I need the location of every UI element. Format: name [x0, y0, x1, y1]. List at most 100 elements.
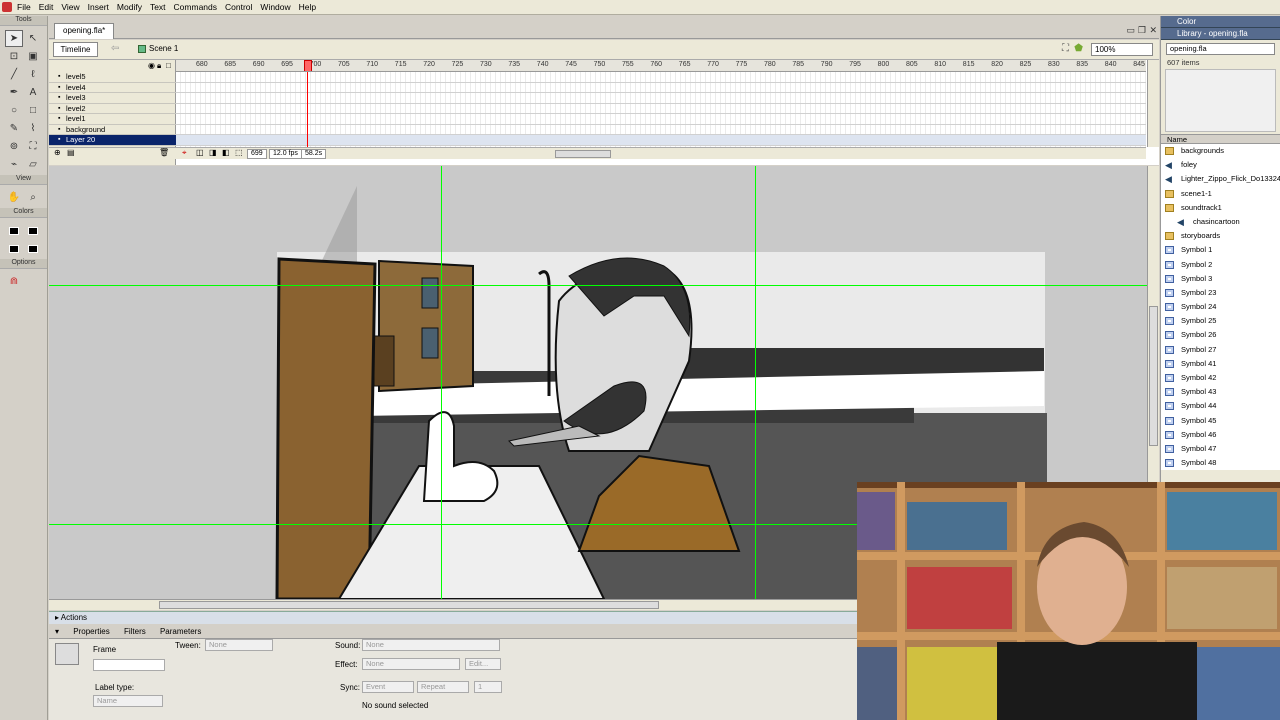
edit-symbol-icon[interactable]: ⬟	[1074, 43, 1083, 54]
edit-multiple-icon[interactable]: ◧	[222, 148, 230, 157]
snap-magnet-icon[interactable]: ⋒	[5, 273, 23, 290]
eyedropper-icon[interactable]: ⌁	[5, 156, 23, 173]
close-icon[interactable]: ✕	[1149, 25, 1157, 36]
library-item[interactable]: Symbol 47	[1161, 441, 1280, 457]
pencil-tool-icon[interactable]: ✎	[5, 120, 23, 137]
rectangle-tool-icon[interactable]: □	[24, 102, 42, 119]
library-item[interactable]: Symbol 23	[1161, 285, 1280, 301]
library-item[interactable]: Symbol 24	[1161, 300, 1280, 315]
library-item[interactable]: ◀ Lighter_Zippo_Flick_Do13324	[1161, 172, 1280, 187]
onion-markers-icon[interactable]: ⬚	[235, 148, 243, 157]
add-folder-icon[interactable]: ▤	[67, 148, 75, 157]
outline-icon[interactable]: □	[166, 61, 171, 70]
library-file-select[interactable]: opening.fla	[1166, 43, 1275, 55]
layer-row[interactable]: ▪ level1	[49, 114, 176, 125]
delete-layer-icon[interactable]: 🗑︎	[159, 148, 169, 157]
onion-skin-icon[interactable]: ◫	[196, 148, 204, 157]
frame-ruler[interactable]: 680 685 690 695 700 705 710 715 720 725 730 735 740 7…	[176, 60, 1146, 72]
expand-arrow-icon[interactable]: ▾	[55, 627, 59, 636]
library-item[interactable]: scene1-1	[1161, 186, 1280, 201]
scene-breadcrumb[interactable]: Scene 1	[138, 44, 178, 53]
frame-label-input[interactable]	[93, 659, 165, 671]
edit-button[interactable]: Edit...	[465, 658, 501, 670]
stroke-color-icon[interactable]	[5, 222, 23, 239]
color-panel-header[interactable]: Color	[1161, 16, 1280, 28]
library-item[interactable]: Symbol 2	[1161, 257, 1280, 272]
playhead[interactable]	[304, 60, 312, 71]
library-item[interactable]: Symbol 25	[1161, 314, 1280, 329]
gradient-transform-icon[interactable]: ▣	[24, 48, 42, 65]
back-arrow-icon[interactable]: ⇦	[111, 43, 119, 54]
sound-select[interactable]: None	[362, 639, 500, 651]
menu-text[interactable]: Text	[148, 2, 172, 12]
ink-bottle-icon[interactable]: ⊚	[5, 138, 23, 155]
library-item[interactable]: Symbol 44	[1161, 399, 1280, 414]
text-tool-icon[interactable]: A	[24, 84, 42, 101]
repeat-select[interactable]: Repeat	[417, 681, 469, 693]
subselection-tool-icon[interactable]: ↖	[24, 30, 42, 47]
menu-help[interactable]: Help	[297, 2, 322, 12]
tab-parameters[interactable]: Parameters	[160, 627, 201, 636]
menu-view[interactable]: View	[59, 2, 85, 12]
fill-color-icon[interactable]	[5, 240, 23, 257]
tab-properties[interactable]: Properties	[73, 627, 109, 636]
library-item[interactable]: ◀ foley	[1161, 158, 1280, 173]
library-item[interactable]: Symbol 27	[1161, 342, 1280, 357]
oval-tool-icon[interactable]: ○	[5, 102, 23, 119]
library-item[interactable]: soundtrack1	[1161, 200, 1280, 215]
selection-tool-icon[interactable]: ➤	[5, 30, 23, 47]
frame-row[interactable]	[176, 125, 1146, 135]
menu-edit[interactable]: Edit	[37, 2, 60, 12]
vertical-guide[interactable]	[755, 166, 756, 599]
minimize-icon[interactable]: ▭	[1126, 25, 1135, 36]
layer-row[interactable]: ▪ level4	[49, 83, 176, 93]
library-item[interactable]: Symbol 45	[1161, 413, 1280, 428]
lasso-tool-icon[interactable]: ℓ	[24, 66, 42, 83]
library-item[interactable]: Symbol 48	[1161, 456, 1280, 471]
menu-modify[interactable]: Modify	[115, 2, 148, 12]
line-tool-icon[interactable]: ╱	[5, 66, 23, 83]
onion-outline-icon[interactable]: ◨	[209, 148, 217, 157]
horizontal-guide[interactable]	[49, 285, 1147, 286]
document-tab[interactable]: opening.fla*	[54, 23, 115, 39]
free-transform-icon[interactable]: ⊡	[5, 48, 23, 65]
timeline-hscroll-thumb[interactable]	[555, 150, 611, 158]
zoom-select[interactable]: 100%	[1091, 43, 1153, 56]
library-item[interactable]: ◀ chasincartoon	[1161, 214, 1280, 230]
frame-row[interactable]	[176, 93, 1146, 104]
timeline-scrollbar[interactable]	[1147, 60, 1159, 147]
library-item[interactable]: Symbol 1	[1161, 243, 1280, 258]
hand-tool-icon[interactable]: ✋	[5, 189, 23, 206]
edit-scene-icon[interactable]: ⛶	[1062, 43, 1069, 54]
library-item[interactable]: Symbol 41	[1161, 356, 1280, 371]
repeat-count[interactable]: 1	[474, 681, 502, 693]
stroke-swatch[interactable]	[24, 222, 42, 239]
label-type-select[interactable]: Name	[93, 695, 163, 707]
library-item[interactable]: Symbol 26	[1161, 328, 1280, 343]
center-frame-icon[interactable]: ⌖	[182, 148, 187, 158]
menu-window[interactable]: Window	[258, 2, 296, 12]
library-item[interactable]: storyboards	[1161, 229, 1280, 244]
layer-row[interactable]: ▪ level3	[49, 93, 176, 104]
library-item[interactable]: Symbol 43	[1161, 385, 1280, 400]
library-item[interactable]: Symbol 42	[1161, 371, 1280, 386]
frame-row[interactable]	[176, 104, 1146, 114]
restore-icon[interactable]: ❐	[1138, 25, 1146, 36]
layer-row[interactable]: ▪ Layer 20	[49, 135, 176, 146]
layer-row[interactable]: ▪ background	[49, 125, 176, 135]
menu-insert[interactable]: Insert	[86, 2, 115, 12]
timeline-button[interactable]: Timeline	[53, 42, 98, 57]
pen-tool-icon[interactable]: ✒	[5, 84, 23, 101]
menu-commands[interactable]: Commands	[172, 2, 223, 12]
frame-row[interactable]	[176, 135, 1146, 146]
zoom-tool-icon[interactable]: ⌕	[24, 189, 42, 206]
tab-filters[interactable]: Filters	[124, 627, 146, 636]
library-item[interactable]: Symbol 46	[1161, 427, 1280, 442]
lock-icon[interactable]: 🔒︎	[157, 61, 161, 71]
menu-file[interactable]: File	[15, 2, 37, 12]
layer-row[interactable]: ▪ level5	[49, 72, 176, 83]
library-panel-header[interactable]: Library - opening.fla	[1161, 28, 1280, 40]
frame-row[interactable]	[176, 72, 1146, 83]
add-layer-icon[interactable]: ⊕	[54, 148, 61, 157]
paint-bucket-icon[interactable]: ⛶	[24, 138, 42, 155]
